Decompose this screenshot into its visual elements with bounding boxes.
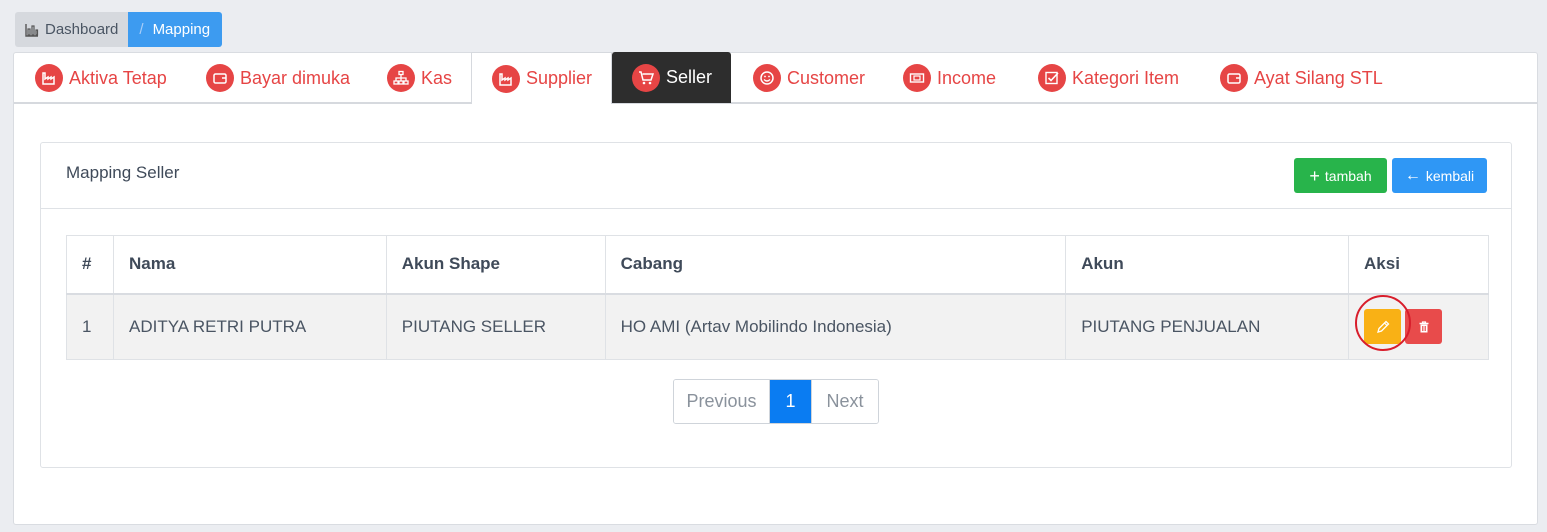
checkbox-icon <box>1038 64 1066 92</box>
pagination-page-1[interactable]: 1 <box>770 380 811 423</box>
tab-label: Supplier <box>526 68 593 88</box>
column-header: Aksi <box>1348 235 1489 295</box>
tab-seller[interactable]: Seller <box>612 52 731 103</box>
table-cell: HO AMI (Artav Mobilindo Indonesia) <box>604 293 1067 360</box>
actions-cell <box>1348 293 1489 360</box>
tab-aktiva-tetap[interactable]: Aktiva Tetap <box>35 53 167 103</box>
column-header: Akun Shape <box>385 235 606 295</box>
table-cell: PIUTANG SELLER <box>385 293 606 360</box>
pagination-previous[interactable]: Previous <box>674 380 770 423</box>
row-actions <box>1355 295 1443 352</box>
column-header: Akun <box>1065 235 1350 295</box>
column-header: Nama <box>112 235 387 295</box>
cart-icon <box>632 63 660 92</box>
delete-button[interactable] <box>1405 309 1443 345</box>
tab-label: Kategori Item <box>1072 67 1180 88</box>
smile-icon <box>753 64 781 92</box>
tab-label: Customer <box>787 67 866 88</box>
breadcrumb: Dashboard / Mapping <box>15 12 223 47</box>
plus-icon: + <box>1309 165 1320 186</box>
table-row: 1 ADITYA RETRI PUTRA PIUTANG SELLER HO A… <box>66 293 1489 360</box>
breadcrumb-dashboard-label: Dashboard <box>45 21 119 38</box>
mapping-tabs: Aktiva Tetap Bayar dimuka Kas Supplier S… <box>14 52 1537 104</box>
wallet-icon <box>206 64 234 92</box>
tab-supplier[interactable]: Supplier <box>471 52 612 104</box>
bar-chart-icon <box>25 23 39 37</box>
breadcrumb-separator: / <box>139 21 144 38</box>
back-button[interactable]: ← kembali <box>1392 158 1487 193</box>
arrow-left-icon: ← <box>1404 166 1421 184</box>
trash-icon <box>1419 321 1429 333</box>
money-icon <box>903 64 931 92</box>
tab-label: Bayar dimuka <box>240 67 351 88</box>
add-button[interactable]: + tambah <box>1294 158 1387 193</box>
table-cell: ADITYA RETRI PUTRA <box>112 293 387 360</box>
pagination: Previous 1 Next <box>673 379 879 424</box>
tab-label: Kas <box>421 67 453 88</box>
edit-button[interactable] <box>1364 309 1402 345</box>
tab-kategori-item[interactable]: Kategori Item <box>1038 53 1179 103</box>
back-button-label: kembali <box>1425 167 1475 184</box>
tab-label: Seller <box>666 67 713 87</box>
add-button-label: tambah <box>1324 167 1372 184</box>
sitemap-icon <box>387 64 415 92</box>
card-title: Mapping Seller <box>66 163 180 182</box>
card-header: Mapping Seller + tambah ← kembali <box>41 143 1511 209</box>
tab-customer[interactable]: Customer <box>753 53 865 103</box>
table-cell: 1 <box>66 293 114 360</box>
tab-bayar-dimuka[interactable]: Bayar dimuka <box>206 53 350 103</box>
breadcrumb-current: / Mapping <box>128 12 223 47</box>
seller-mapping-table: # Nama Akun Shape Cabang Akun Aksi 1 ADI… <box>66 235 1489 360</box>
table-cell: PIUTANG PENJUALAN <box>1065 293 1350 360</box>
factory-icon <box>492 64 520 93</box>
tab-label: Aktiva Tetap <box>69 67 167 88</box>
tab-label: Ayat Silang STL <box>1254 67 1383 88</box>
mapping-seller-card: Mapping Seller + tambah ← kembali # Nama… <box>40 142 1512 468</box>
breadcrumb-current-label: Mapping <box>152 21 211 38</box>
table-header-row: # Nama Akun Shape Cabang Akun Aksi <box>66 235 1489 295</box>
tab-income[interactable]: Income <box>903 53 996 103</box>
column-header: Cabang <box>604 235 1067 295</box>
column-header: # <box>66 235 114 295</box>
tab-ayat-silang-stl[interactable]: Ayat Silang STL <box>1220 53 1383 103</box>
tab-kas[interactable]: Kas <box>387 53 452 103</box>
factory-icon <box>35 64 63 92</box>
pagination-next[interactable]: Next <box>811 380 878 423</box>
mapping-panel: Aktiva Tetap Bayar dimuka Kas Supplier S… <box>13 52 1538 525</box>
pencil-icon <box>1376 320 1389 333</box>
tab-label: Income <box>937 67 997 88</box>
wallet-icon <box>1220 64 1248 92</box>
breadcrumb-dashboard-link[interactable]: Dashboard <box>15 12 129 47</box>
